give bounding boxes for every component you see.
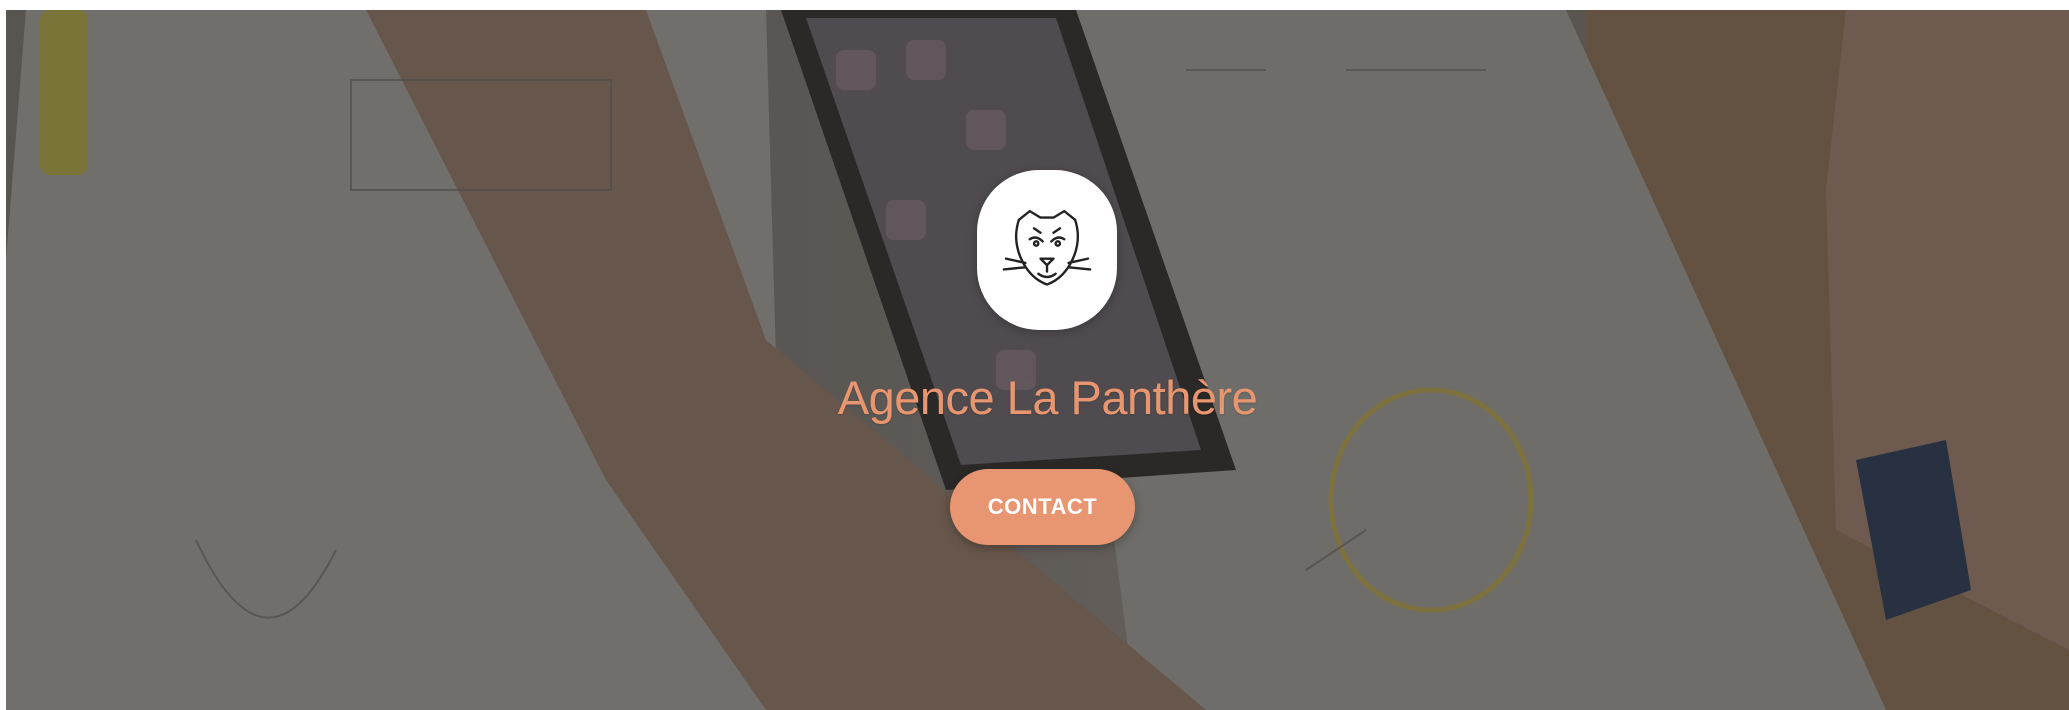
contact-button[interactable]: CONTACT [950,469,1135,545]
hero-dim-overlay [6,10,2069,710]
hero-title: Agence La Panthère [837,371,1258,424]
logo-badge [977,170,1117,330]
hero-section: Agence La Panthère CONTACT [6,10,2069,710]
panther-icon [1002,209,1092,286]
